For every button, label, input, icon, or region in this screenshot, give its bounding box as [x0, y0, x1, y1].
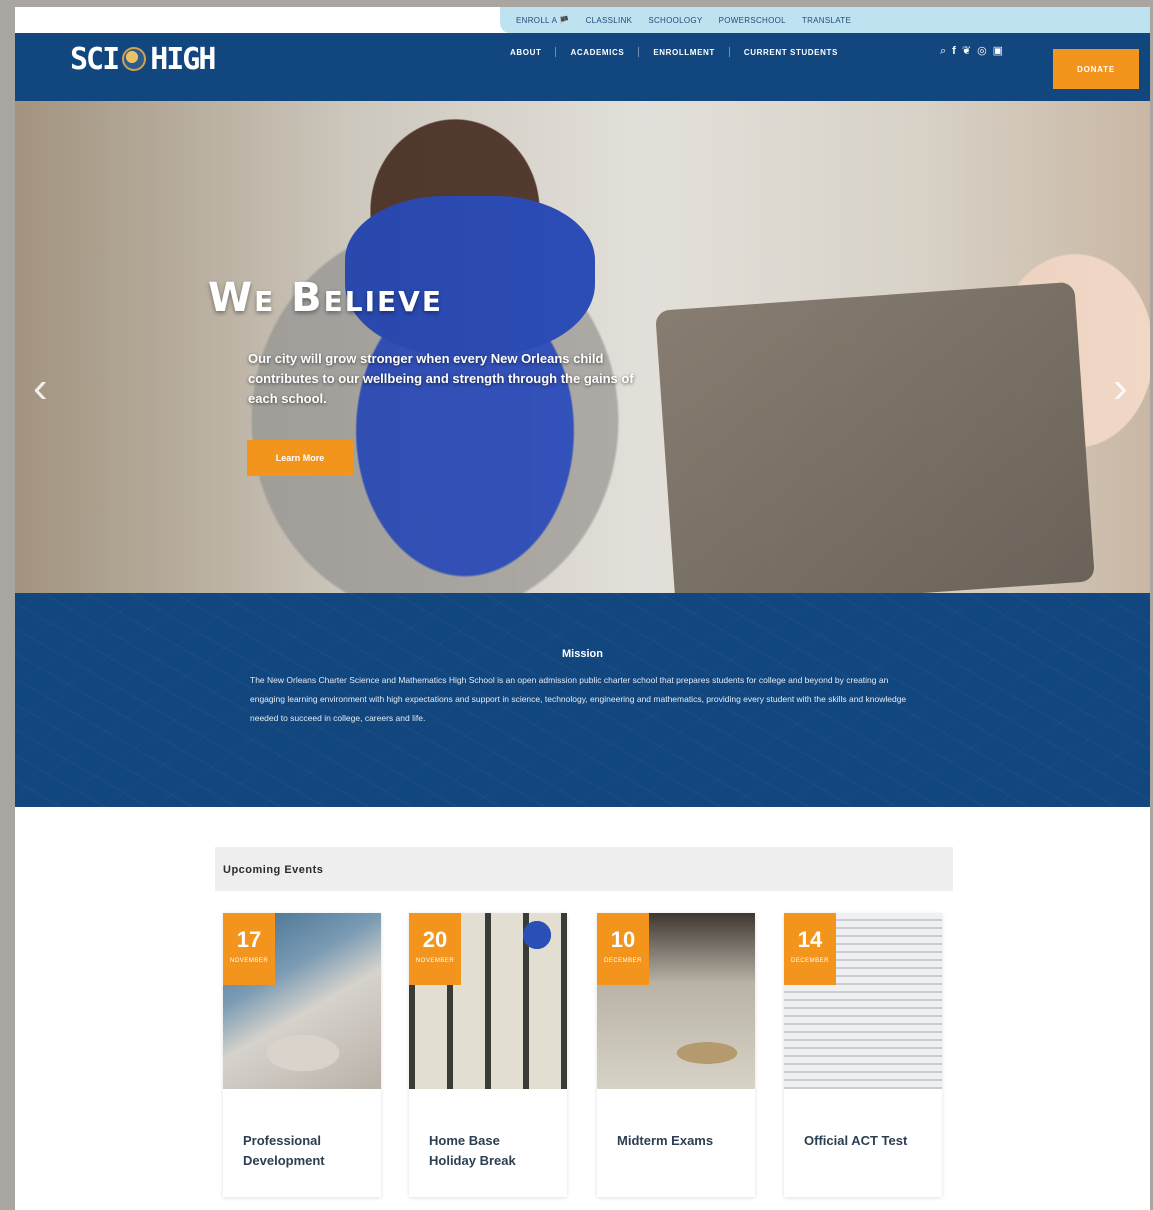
- event-date-badge: 10 DECEMBER: [597, 913, 649, 985]
- search-icon[interactable]: ⌕: [940, 45, 946, 57]
- event-month: DECEMBER: [790, 958, 829, 964]
- site-header: SCI HIGH ABOUT ACADEMICS ENROLLMENT CURR…: [15, 33, 1150, 101]
- globe-icon: [122, 47, 147, 71]
- nav-divider: [638, 47, 640, 57]
- event-date-badge: 17 NOVEMBER: [223, 913, 275, 985]
- event-date-badge: 14 DECEMBER: [784, 913, 836, 985]
- mission-section: Mission The New Orleans Charter Science …: [15, 593, 1150, 807]
- event-day: 20: [422, 927, 448, 952]
- site-logo[interactable]: SCI HIGH: [70, 37, 216, 81]
- hero-slider: We Believe Our city will grow stronger w…: [15, 101, 1150, 593]
- twitter-icon[interactable]: ❦: [962, 45, 971, 57]
- hero-heading: We Believe: [208, 275, 443, 321]
- utility-link-schoology[interactable]: SCHOOLOGY: [648, 16, 702, 25]
- chevron-left-icon[interactable]: ‹: [33, 366, 48, 410]
- event-month: NOVEMBER: [415, 958, 455, 964]
- linkedin-icon[interactable]: ▣: [993, 45, 1003, 57]
- events-heading: Upcoming Events: [223, 864, 324, 876]
- donate-button[interactable]: DONATE: [1053, 49, 1139, 89]
- mission-heading: Mission: [562, 648, 603, 660]
- event-day: 10: [610, 927, 636, 952]
- nav-item-enrollment[interactable]: ENROLLMENT: [653, 48, 715, 57]
- hero-overlay: [15, 101, 1150, 593]
- logo-text-high: HIGH: [150, 41, 216, 77]
- header-icons: ⌕ f ❦ ◎ ▣: [940, 45, 1003, 57]
- event-title[interactable]: Home Base Holiday Break: [429, 1131, 549, 1171]
- utility-link-classlink[interactable]: CLASSLINK: [586, 16, 633, 25]
- event-card[interactable]: 17 NOVEMBER Professional Development: [223, 913, 381, 1197]
- nav-divider: [555, 47, 557, 57]
- event-title[interactable]: Professional Development: [243, 1131, 363, 1171]
- event-date-badge: 20 NOVEMBER: [409, 913, 461, 985]
- event-title[interactable]: Midterm Exams: [617, 1131, 737, 1151]
- event-day: 14: [797, 927, 823, 952]
- event-card[interactable]: 14 DECEMBER Official ACT Test: [784, 913, 942, 1197]
- nav-item-about[interactable]: ABOUT: [510, 48, 541, 57]
- chevron-right-icon[interactable]: ›: [1113, 366, 1128, 410]
- page: ENROLL A 🏴 CLASSLINK SCHOOLOGY POWERSCHO…: [15, 7, 1150, 1210]
- learn-more-button[interactable]: Learn More: [247, 440, 353, 476]
- logo-text-sci: SCI: [70, 41, 120, 77]
- event-card[interactable]: 10 DECEMBER Midterm Exams: [597, 913, 755, 1197]
- utility-link-translate[interactable]: TRANSLATE: [802, 16, 851, 25]
- nav-divider: [728, 47, 730, 57]
- utility-link-enroll[interactable]: ENROLL A 🏴: [516, 16, 570, 25]
- instagram-icon[interactable]: ◎: [977, 45, 987, 57]
- hero-text: Our city will grow stronger when every N…: [248, 351, 634, 406]
- main-nav: ABOUT ACADEMICS ENROLLMENT CURRENT STUDE…: [510, 47, 838, 57]
- nav-item-current-students[interactable]: CURRENT STUDENTS: [744, 48, 838, 57]
- event-month: DECEMBER: [603, 958, 642, 964]
- event-card[interactable]: 20 NOVEMBER Home Base Holiday Break: [409, 913, 567, 1197]
- facebook-icon[interactable]: f: [952, 45, 956, 57]
- event-day: 17: [236, 927, 262, 952]
- nav-item-academics[interactable]: ACADEMICS: [570, 48, 624, 57]
- event-month: NOVEMBER: [229, 958, 269, 964]
- utility-link-powerschool[interactable]: POWERSCHOOL: [719, 16, 786, 25]
- events-header: Upcoming Events: [215, 847, 953, 891]
- event-title[interactable]: Official ACT Test: [804, 1131, 924, 1151]
- utility-bar: ENROLL A 🏴 CLASSLINK SCHOOLOGY POWERSCHO…: [500, 7, 1150, 33]
- mission-text: The New Orleans Charter Science and Math…: [250, 675, 907, 723]
